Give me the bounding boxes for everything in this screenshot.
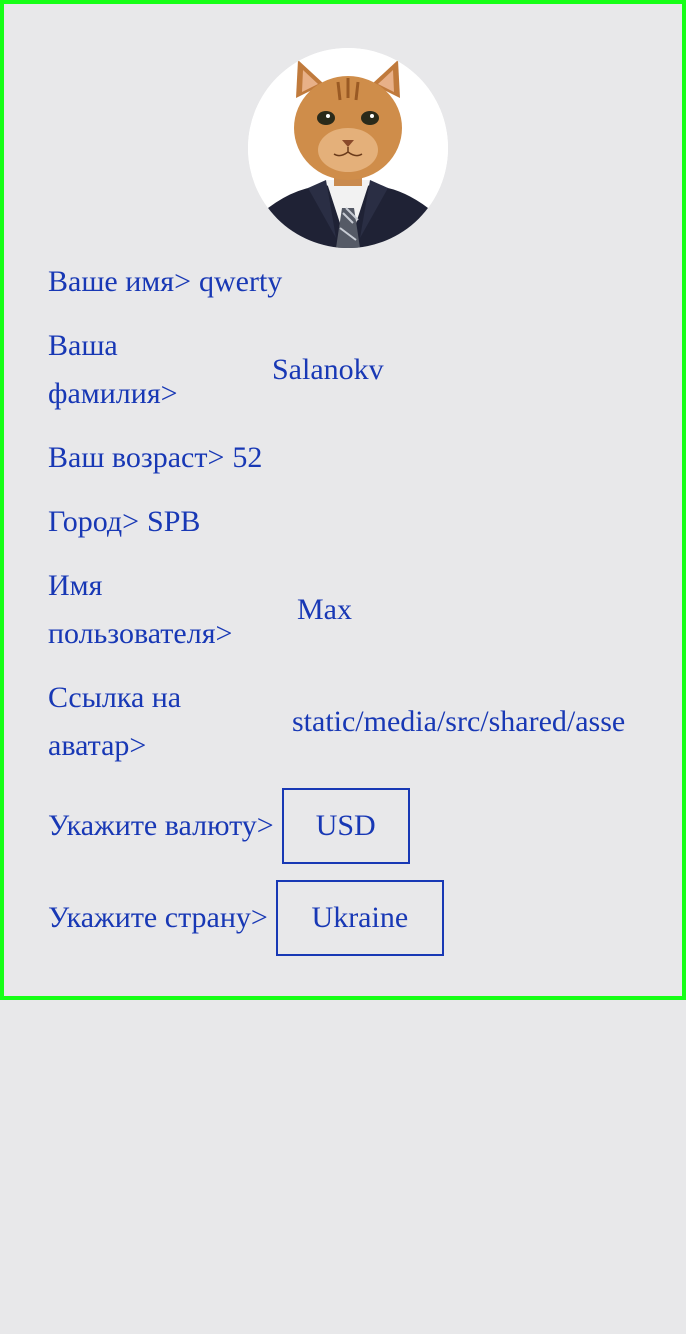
username-value: Max [297,593,352,626]
surname-row: Ваша фамилия> Salanokv [48,322,384,418]
surname-value: Salanokv [272,353,384,386]
avatar-link-value: static/media/src/shared/asse [292,705,626,738]
age-label: Ваш возраст> [48,441,225,474]
avatar-link-row: Ссылка на аватар> static/media/src/share… [48,674,648,770]
age-value: 52 [232,441,263,474]
username-label: Имя пользователя> [48,569,233,650]
country-select[interactable]: Ukraine [275,880,444,956]
country-row: Укажите страну> Ukraine [48,880,444,956]
profile-card: Ваше имя> qwerty Ваша фамилия> Salanokv … [0,0,686,1000]
avatar-link-label: Ссылка на аватар> [48,681,182,762]
age-row: Ваш возраст> 52 [48,434,262,482]
city-label: Город> [48,505,140,538]
username-row: Имя пользователя> Max [48,562,352,658]
name-row: Ваше имя> qwerty [48,258,282,306]
currency-label: Укажите валюту> [48,809,274,842]
country-label: Укажите страну> [48,901,268,934]
cat-in-suit-avatar-icon [248,48,448,248]
name-value: qwerty [199,265,283,298]
city-row: Город> SPB [48,498,200,546]
currency-select[interactable]: USD [281,788,410,864]
currency-row: Укажите валюту> USD [48,788,410,864]
avatar [248,48,448,248]
name-label: Ваше имя> [48,265,191,298]
surname-label: Ваша фамилия> [48,329,178,410]
city-value: SPB [147,505,201,538]
